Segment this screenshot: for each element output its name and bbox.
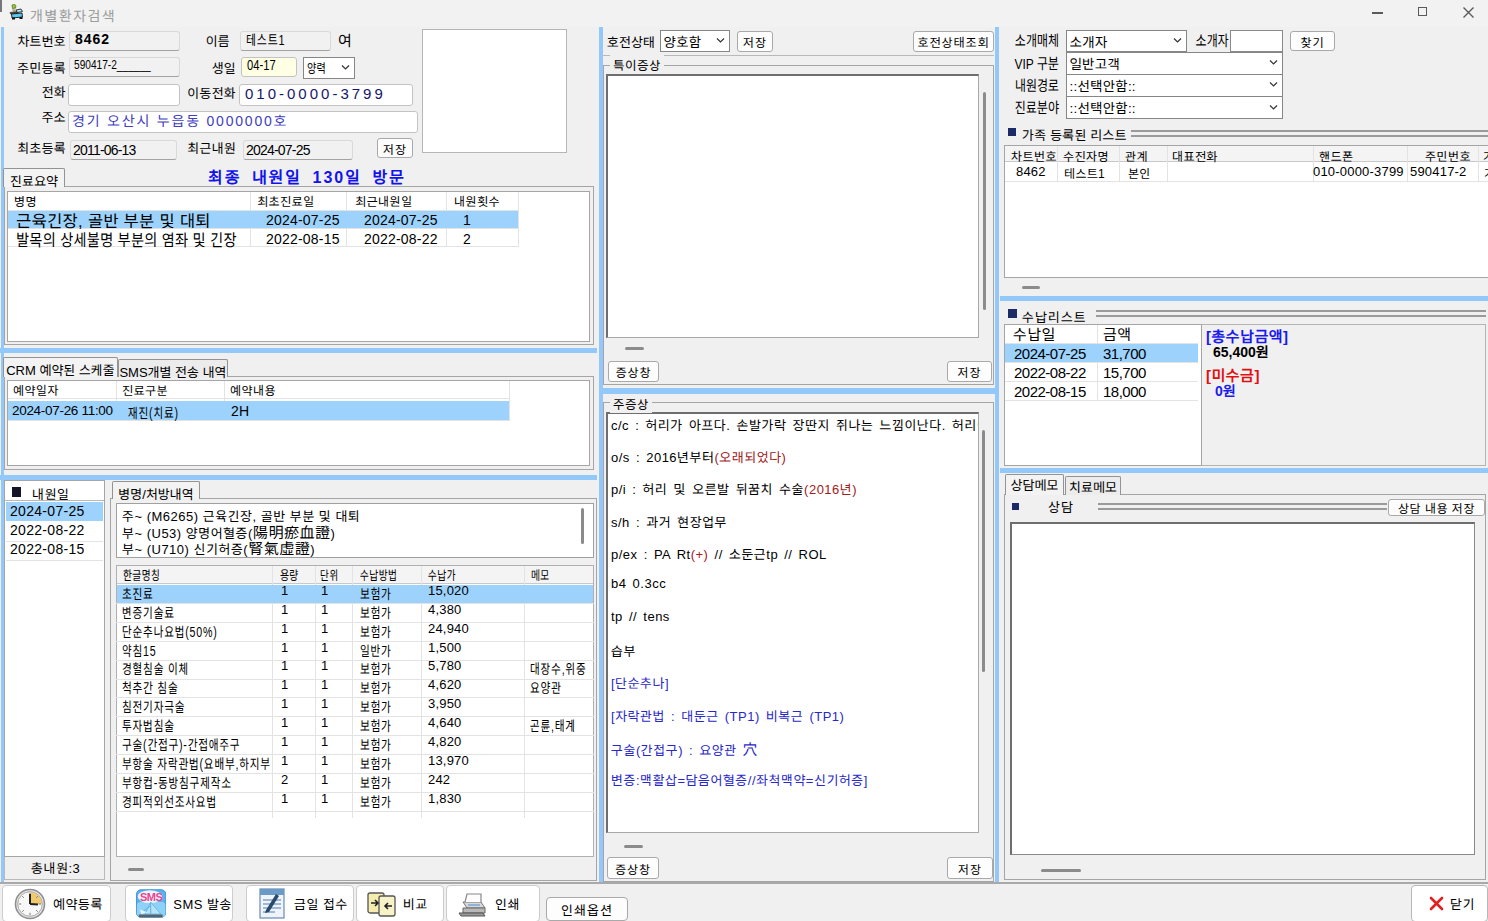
- svg-text:SMS: SMS: [140, 891, 163, 903]
